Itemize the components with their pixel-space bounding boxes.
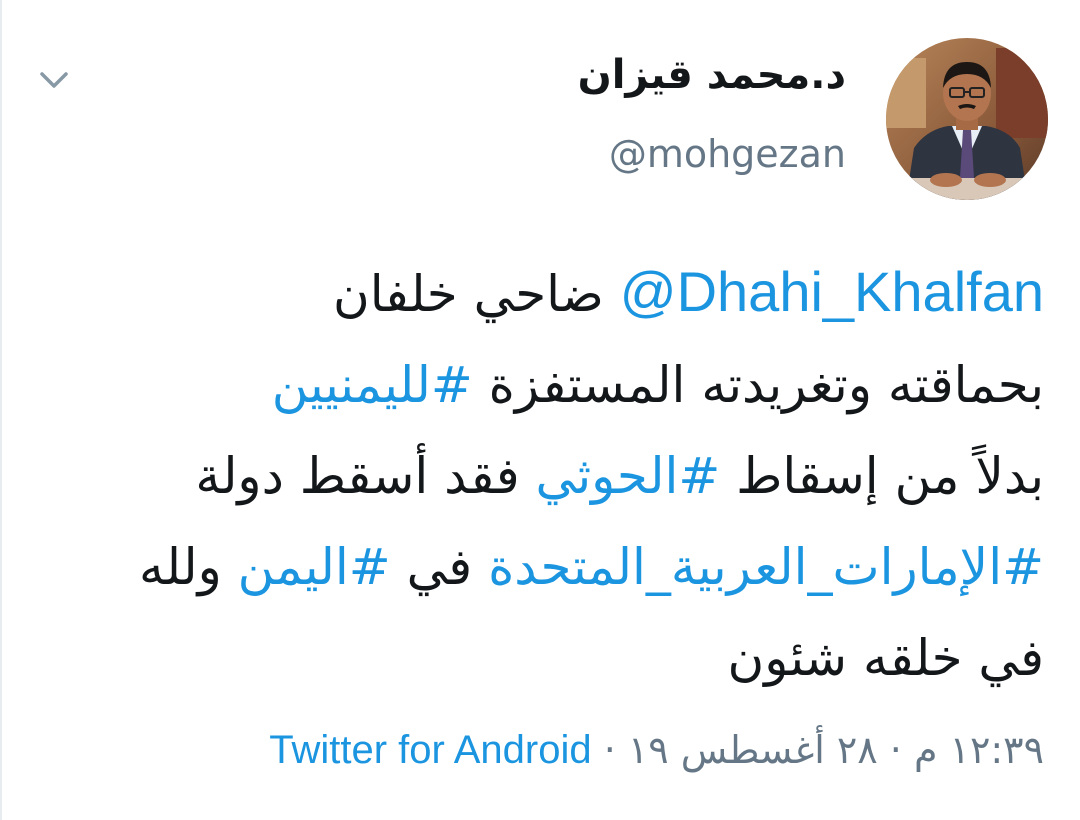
avatar[interactable]: [886, 38, 1048, 200]
tweet-meta: ١٢:٣٩ م · ٢٨ أغسطس ١٩ · Twitter for Andr…: [269, 728, 1044, 773]
tweet-line-4: #الإمارات_العربية_المتحدة في #اليمن ولله: [34, 522, 1044, 613]
text-span: ضاحي خلفان: [332, 265, 620, 323]
text-span: في: [390, 538, 489, 596]
tweet-line-2: بحماقته وتغريدته المستفزة #لليمنيين: [34, 340, 1044, 431]
tweet-card: د.محمد قيزان @mohgezan @Dhahi_Khalfan ضا…: [0, 0, 1080, 820]
text-span: بحماقته وتغريدته المستفزة: [472, 356, 1044, 414]
text-span: ولله: [138, 538, 238, 596]
source-link[interactable]: Twitter for Android: [269, 728, 591, 772]
tweet-line-5: في خلقه شئون: [34, 613, 1044, 704]
chevron-down-icon[interactable]: [36, 62, 72, 98]
text-span: بدلاً من إسقاط: [720, 447, 1044, 505]
tweet-line-1: @Dhahi_Khalfan ضاحي خلفان: [34, 246, 1044, 340]
hashtag-link[interactable]: #اليمن: [238, 538, 391, 596]
hashtag-link[interactable]: #الإمارات_العربية_المتحدة: [488, 538, 1044, 596]
hashtag-link[interactable]: #الحوثي: [536, 447, 721, 505]
meta-separator: ·: [889, 728, 902, 772]
timestamp[interactable]: ١٢:٣٩ م: [914, 728, 1044, 772]
text-span: في خلقه شئون: [727, 629, 1044, 687]
tweet-date[interactable]: ٢٨ أغسطس ١٩: [628, 728, 878, 772]
hashtag-link[interactable]: #لليمنيين: [272, 356, 473, 414]
user-handle[interactable]: @mohgezan: [609, 132, 846, 176]
display-name[interactable]: د.محمد قيزان: [578, 52, 846, 98]
tweet-line-3: بدلاً من إسقاط #الحوثي فقد أسقط دولة: [34, 431, 1044, 522]
tweet-text: @Dhahi_Khalfan ضاحي خلفان بحماقته وتغريد…: [34, 246, 1044, 704]
mention-link[interactable]: @Dhahi_Khalfan: [620, 260, 1044, 323]
meta-separator: ·: [603, 728, 616, 772]
text-span: فقد أسقط دولة: [195, 447, 536, 505]
